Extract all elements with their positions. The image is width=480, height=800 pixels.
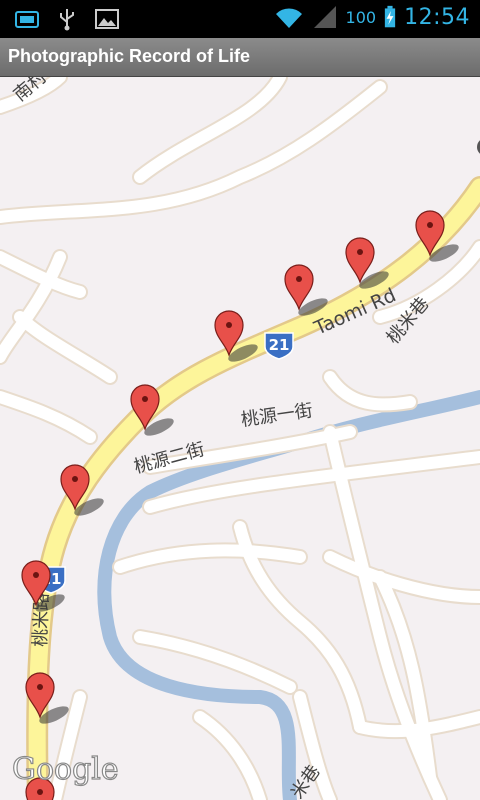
google-logo: Google	[12, 752, 119, 787]
signal-icon	[313, 6, 336, 28]
battery-level: 100	[345, 7, 377, 27]
map-canvas[interactable]: Taomi Rd 桃源二街 桃源一街 桃米巷 桃米路 米巷 南村 21 21 G…	[0, 77, 480, 800]
gallery-icon	[95, 9, 119, 29]
route-shield-number: 21	[269, 336, 290, 354]
wifi-icon	[275, 8, 302, 28]
usb-icon	[60, 9, 74, 31]
app-title: Photographic Record of Life	[8, 46, 251, 66]
app-title-bar: Photographic Record of Life	[0, 38, 480, 77]
clock: 12:54	[404, 4, 470, 30]
sim-card-icon	[15, 11, 39, 28]
status-bar: 100 12:54	[0, 0, 480, 38]
status-bar-notifications	[14, 6, 120, 32]
map-view[interactable]: Taomi Rd 桃源二街 桃源一街 桃米巷 桃米路 米巷 南村 21 21 G…	[0, 77, 480, 800]
status-bar-system: 100 12:54	[274, 4, 470, 30]
battery-charging-icon	[384, 5, 396, 28]
